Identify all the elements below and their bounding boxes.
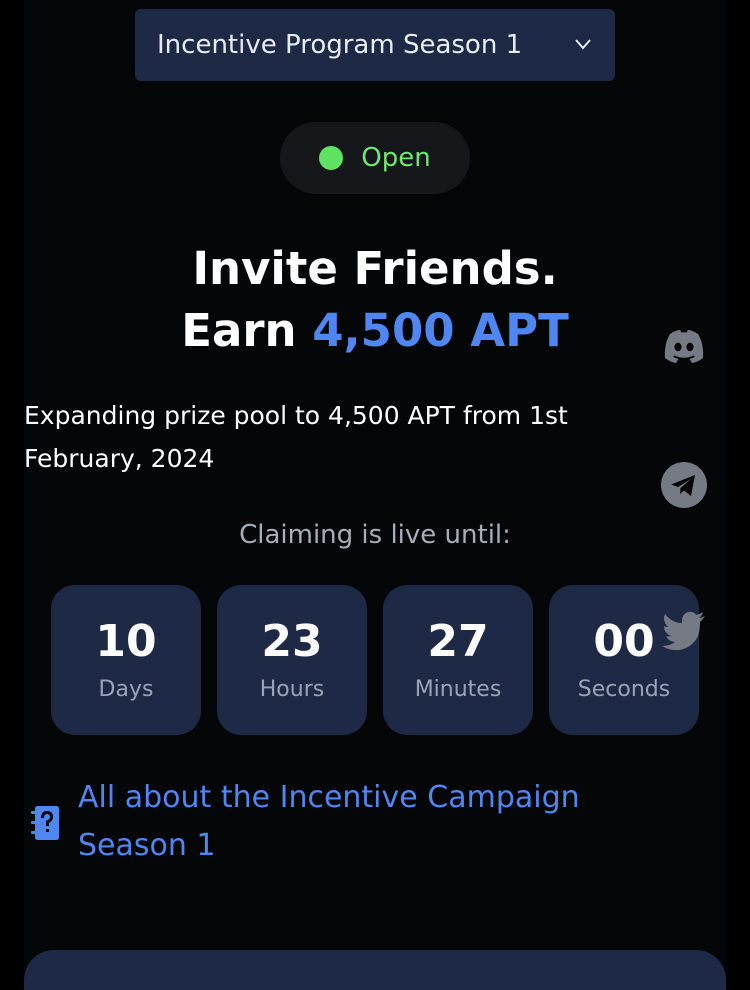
countdown-minutes: 27 Minutes xyxy=(383,585,533,735)
countdown-minutes-value: 27 xyxy=(427,616,489,667)
claiming-label: Claiming is live until: xyxy=(239,520,511,550)
countdown-days-value: 10 xyxy=(95,616,157,667)
book-question-icon xyxy=(31,806,59,840)
status-badge: Open xyxy=(280,122,470,194)
countdown-minutes-unit: Minutes xyxy=(414,677,502,702)
bottom-card xyxy=(24,950,726,990)
discord-icon[interactable] xyxy=(660,322,708,370)
countdown-seconds-value: 00 xyxy=(593,616,655,667)
prize-description: Expanding prize pool to 4,500 APT from 1… xyxy=(24,401,568,473)
countdown-hours-unit: Hours xyxy=(259,677,325,702)
hero-line-1: Invite Friends. xyxy=(192,242,558,295)
season-selector[interactable]: Incentive Program Season 1 xyxy=(135,9,615,81)
countdown-days: 10 Days xyxy=(51,585,201,735)
telegram-icon[interactable] xyxy=(660,461,708,509)
countdown-seconds-unit: Seconds xyxy=(577,677,671,702)
status-label: Open xyxy=(361,143,431,173)
hero-line-2: Earn 4,500 APT xyxy=(0,300,750,362)
hero-prize-amount: 4,500 APT xyxy=(312,304,569,357)
twitter-icon[interactable] xyxy=(660,606,708,654)
countdown-hours-value: 23 xyxy=(261,616,323,667)
hero-earn-prefix: Earn xyxy=(181,304,297,357)
countdown-days-unit: Days xyxy=(98,677,154,702)
countdown-hours: 23 Hours xyxy=(217,585,367,735)
hero-headline: Invite Friends. Earn 4,500 APT xyxy=(0,238,750,362)
season-selector-label: Incentive Program Season 1 xyxy=(157,30,523,60)
status-dot-icon xyxy=(319,146,344,170)
incentive-page: Incentive Program Season 1 Open Invite F… xyxy=(0,0,750,990)
chevron-down-icon xyxy=(575,39,591,50)
campaign-info-link[interactable]: All about the Incentive Campaign Season … xyxy=(78,774,678,870)
